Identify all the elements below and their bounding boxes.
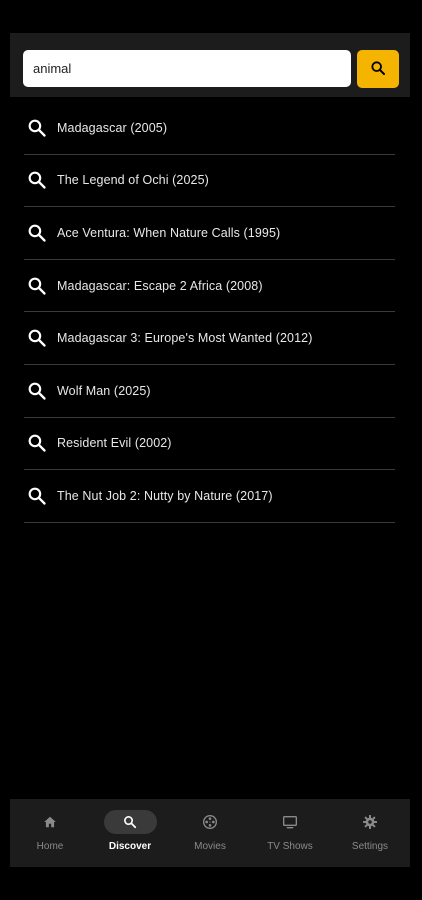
suggestion-item[interactable]: Resident Evil (2002): [24, 418, 395, 471]
suggestion-item[interactable]: Wolf Man (2025): [24, 365, 395, 418]
suggestion-label: Madagascar 3: Europe's Most Wanted (2012…: [57, 331, 313, 346]
nav-label-movies: Movies: [194, 841, 226, 852]
search-icon: [26, 380, 48, 402]
suggestion-label: The Legend of Ochi (2025): [57, 173, 209, 188]
search-icon: [26, 222, 48, 244]
suggestion-label: Wolf Man (2025): [57, 383, 151, 398]
nav-label-home: Home: [36, 841, 64, 852]
home-icon: [24, 810, 77, 834]
bottom-nav: Home Discover Movies TV Shows Settings: [10, 799, 410, 867]
nav-item-settings[interactable]: Settings: [330, 799, 410, 867]
suggestion-item[interactable]: The Legend of Ochi (2025): [24, 155, 395, 208]
search-icon: [26, 275, 48, 297]
suggestion-item[interactable]: Madagascar: Escape 2 Africa (2008): [24, 260, 395, 313]
search-bar: [10, 33, 410, 97]
suggestion-label: Madagascar (2005): [57, 120, 168, 135]
nav-item-tv-shows[interactable]: TV Shows: [250, 799, 330, 867]
nav-label-discover: Discover: [108, 841, 152, 852]
search-icon: [26, 169, 48, 191]
suggestion-label: Ace Ventura: When Nature Calls (1995): [57, 225, 281, 240]
search-button[interactable]: [357, 50, 399, 88]
search-icon: [26, 485, 48, 507]
nav-item-movies[interactable]: Movies: [170, 799, 250, 867]
suggestion-label: Madagascar: Escape 2 Africa (2008): [57, 278, 263, 293]
suggestion-label: Resident Evil (2002): [57, 436, 172, 451]
suggestion-item[interactable]: Madagascar (2005): [24, 102, 395, 155]
nav-item-home[interactable]: Home: [10, 799, 90, 867]
suggestion-item[interactable]: The Nut Job 2: Nutty by Nature (2017): [24, 470, 395, 523]
suggestion-list: Madagascar (2005) The Legend of Ochi (20…: [24, 102, 395, 523]
film-reel-icon: [184, 810, 237, 834]
search-icon: [26, 432, 48, 454]
search-input[interactable]: [23, 50, 351, 87]
nav-label-settings: Settings: [351, 841, 389, 852]
search-icon: [103, 810, 157, 834]
suggestion-item[interactable]: Ace Ventura: When Nature Calls (1995): [24, 207, 395, 260]
search-icon: [26, 327, 48, 349]
gear-icon: [344, 810, 397, 834]
search-icon: [370, 60, 386, 79]
search-icon: [26, 117, 48, 139]
nav-label-tv-shows: TV Shows: [267, 841, 313, 852]
app-root: Madagascar (2005) The Legend of Ochi (20…: [0, 0, 422, 900]
suggestion-item[interactable]: Madagascar 3: Europe's Most Wanted (2012…: [24, 312, 395, 365]
tv-icon: [264, 810, 317, 834]
suggestion-label: The Nut Job 2: Nutty by Nature (2017): [57, 488, 273, 503]
nav-item-discover[interactable]: Discover: [90, 799, 170, 867]
